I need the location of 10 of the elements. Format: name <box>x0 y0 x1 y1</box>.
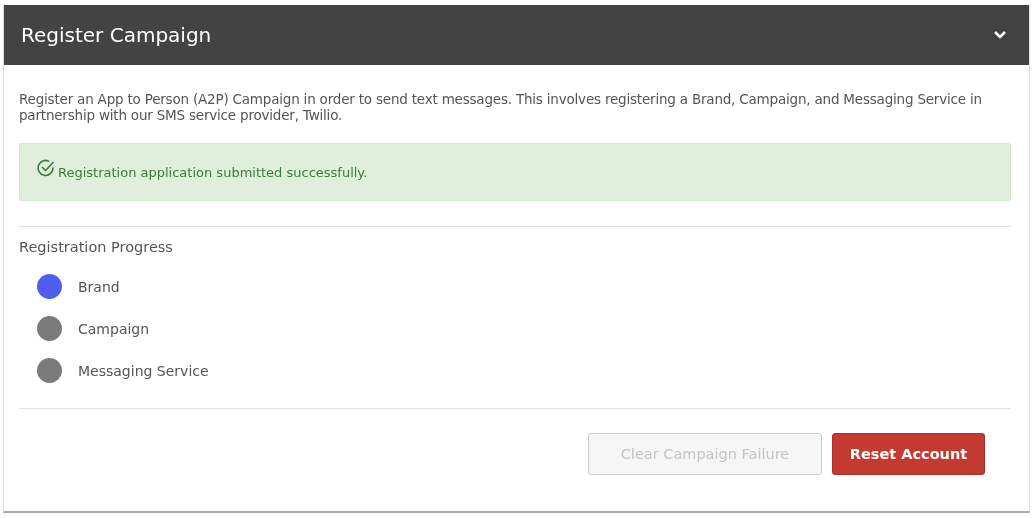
step-label: Campaign <box>78 320 150 337</box>
progress-title: Registration Progress <box>19 239 174 255</box>
panel-title: Register Campaign <box>21 23 212 47</box>
chevron-icon[interactable] <box>993 30 1007 40</box>
step-label: Messaging Service <box>78 362 209 379</box>
alert-message: Registration application submitted successfully. <box>58 164 368 180</box>
check-circle-icon <box>36 158 56 178</box>
reset-button[interactable]: Reset Account <box>832 433 985 475</box>
description-text: Register an App to Person (A2P) Campaign in order to send text messages. This involves registering a Brand, Campaign, and Messaging Service in partnership with our SMS service provider, Twilio. <box>19 91 983 123</box>
step-label: Brand <box>78 278 120 295</box>
